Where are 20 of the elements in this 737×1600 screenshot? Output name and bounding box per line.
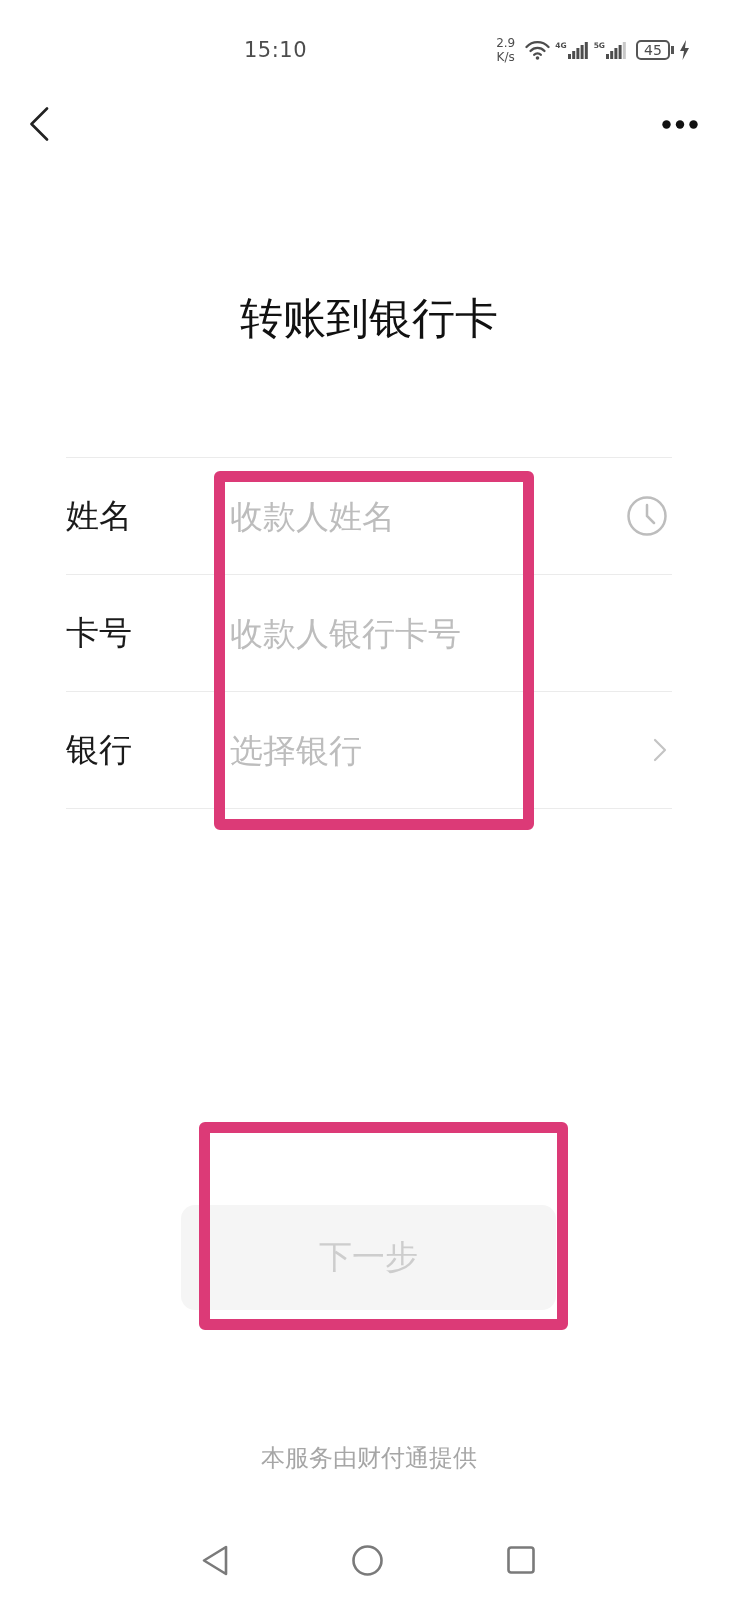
footer-note: 本服务由财付通提供 [260, 1443, 477, 1473]
back-icon[interactable] [29, 107, 49, 141]
field-label: 银行 [66, 728, 132, 771]
more-icon[interactable] [662, 119, 698, 129]
square-recents-icon[interactable] [507, 1546, 535, 1574]
signal-icon [606, 41, 627, 59]
page-title: 转账到银行卡 [239, 293, 498, 343]
network-speed-unit: K/s [496, 50, 515, 64]
clock-time: 15:10 [244, 38, 308, 62]
input-field[interactable]: 收款人姓名 [230, 493, 520, 539]
chevron-right-icon [653, 738, 667, 762]
circle-home-icon[interactable] [352, 1544, 383, 1576]
wifi-icon [525, 40, 551, 60]
field-label: 姓名 [66, 494, 132, 537]
battery-level: 45 [636, 40, 670, 60]
signal-icon [567, 41, 589, 59]
network-speed: 2.9 [496, 36, 516, 50]
input-field[interactable]: 收款人银行卡号 [230, 610, 520, 656]
field-label: 卡号 [66, 611, 132, 654]
select-field[interactable]: 选择银行 [230, 727, 520, 773]
